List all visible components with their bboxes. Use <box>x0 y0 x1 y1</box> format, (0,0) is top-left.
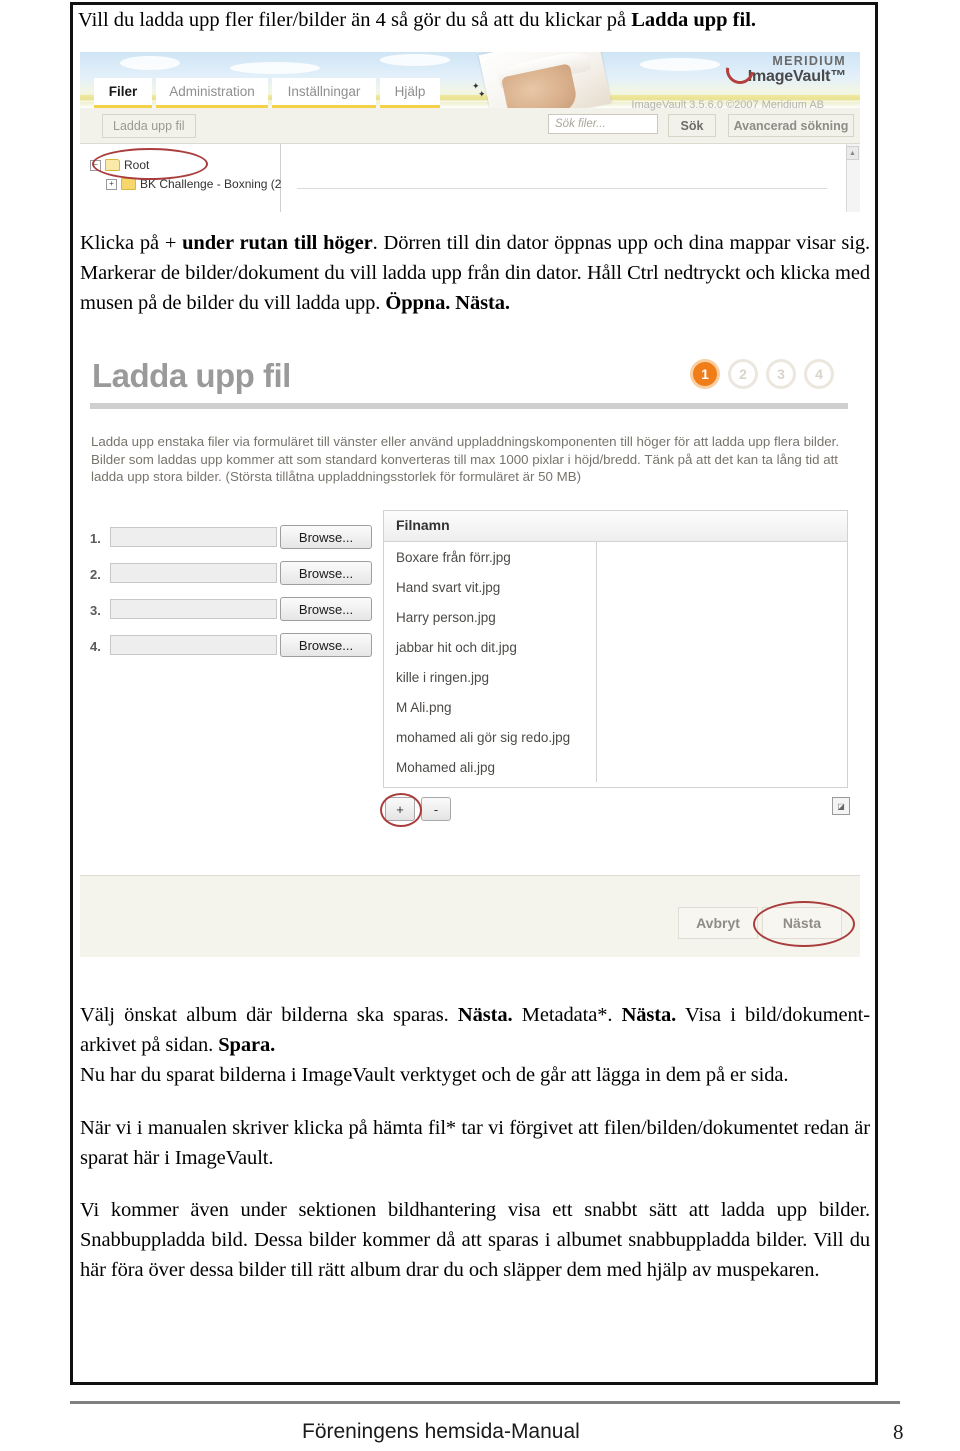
meridium-imagevault-logo: MERIDIUM ImageVault™ <box>720 52 846 90</box>
expand-icon[interactable]: + <box>106 178 117 190</box>
ladda-upp-fil-button[interactable]: Ladda upp fil <box>102 114 196 138</box>
tab-label: Hjälp <box>394 84 426 99</box>
tab-administration[interactable]: Administration <box>156 78 268 108</box>
document-page: Vill du ladda upp fler filer/bilder än 4… <box>0 0 960 1451</box>
para1-part-d: Öppna. Nästa. <box>385 292 510 314</box>
annotation-ellipse-upload <box>92 148 208 180</box>
action-toolbar: Ladda upp fil Sök filer... Sök Avancerad… <box>80 108 860 144</box>
step-number: 4 <box>815 366 823 382</box>
file-path-input-4[interactable] <box>110 635 277 655</box>
file-content-pane <box>281 144 860 212</box>
tab-hjalp[interactable]: Hjälp <box>380 78 440 108</box>
para2-part-d: Nästa. <box>621 1004 677 1026</box>
list-item[interactable]: Harry person.jpg <box>384 602 847 632</box>
folder-icon <box>121 178 136 190</box>
logo-product: ImageVault™ <box>747 68 846 85</box>
paragraph-instructions-5: Vi kommer även under sektionen bildhante… <box>80 1199 870 1281</box>
list-item[interactable]: jabbar hit och dit.jpg <box>384 632 847 662</box>
browse-button-1[interactable]: Browse... <box>280 525 372 549</box>
row-number: 3. <box>90 603 101 618</box>
step-1[interactable]: 1 <box>690 359 720 389</box>
step-number: 3 <box>777 366 785 382</box>
cloud-shape <box>120 56 180 70</box>
column-header-filnamn: Filnamn <box>396 517 450 533</box>
paragraph-instructions-3: Nu har du sparat bilderna i ImageVault v… <box>80 1064 789 1086</box>
sparkle-icon: ✦ <box>478 89 486 99</box>
row-number: 2. <box>90 567 101 582</box>
footer-title: Föreningens hemsida-Manual <box>302 1420 580 1443</box>
tab-label: Inställningar <box>287 84 361 99</box>
dialog-description: Ladda upp enstaka filer via formuläret t… <box>91 434 840 484</box>
title-divider <box>90 403 848 409</box>
list-item[interactable]: Boxare från förr.jpg <box>384 542 847 572</box>
step-2[interactable]: 2 <box>728 359 758 389</box>
file-path-input-1[interactable] <box>110 527 277 547</box>
paragraph-instructions-2: Välj önskat album där bilderna ska spara… <box>80 1000 870 1060</box>
tab-label: Filer <box>108 84 138 99</box>
para1-part-b: under rutan till höger <box>182 232 373 254</box>
cloud-shape <box>380 54 450 66</box>
file-path-input-3[interactable] <box>110 599 277 619</box>
remove-file-button[interactable]: - <box>421 797 451 821</box>
annotation-ellipse-next <box>753 901 855 947</box>
browse-button-2[interactable]: Browse... <box>280 561 372 585</box>
step-3[interactable]: 3 <box>766 359 796 389</box>
expand-dialog-icon[interactable]: ◪ <box>832 797 850 815</box>
para2-part-a: Välj önskat album där bilderna ska spara… <box>80 1004 458 1026</box>
upload-row-4: 4. Browse... <box>88 633 373 669</box>
logo-brand: MERIDIUM <box>772 54 846 68</box>
tab-installningar[interactable]: Inställningar <box>272 78 376 108</box>
para2-part-f: Spara. <box>218 1034 276 1056</box>
divider <box>297 188 827 189</box>
file-list-header: Filnamn <box>384 511 847 542</box>
page-title: Vill du ladda upp fler filer/bilder än 4… <box>78 6 874 34</box>
cancel-button[interactable]: Avbryt <box>678 907 758 939</box>
upload-row-1: 1. Browse... <box>88 525 373 561</box>
para2-part-c: Metadata*. <box>512 1004 622 1026</box>
cloud-shape <box>640 58 720 71</box>
scroll-up-arrow-icon[interactable]: ▲ <box>846 146 859 160</box>
annotation-ellipse-add <box>380 793 422 827</box>
browse-button-3[interactable]: Browse... <box>280 597 372 621</box>
cloud-shape <box>230 62 320 74</box>
imagevault-toolbar-screenshot: ✦ ✦ Filer Administration Inställningar H… <box>80 52 860 212</box>
para2-part-b: Nästa. <box>457 1004 513 1026</box>
step-number: 2 <box>739 366 747 382</box>
row-number: 1. <box>90 531 101 546</box>
advanced-search-button[interactable]: Avancerad sökning <box>728 114 854 137</box>
paragraph-instructions-4: När vi i manualen skriver klicka på hämt… <box>80 1117 870 1169</box>
footer-divider <box>70 1401 900 1404</box>
tab-label: Administration <box>169 84 255 99</box>
file-list-body: Boxare från förr.jpg Hand svart vit.jpg … <box>384 542 847 782</box>
footer-page-number: 8 <box>893 1420 904 1444</box>
row-number: 4. <box>90 639 101 654</box>
upload-form: 1. Browse... 2. Browse... 3. Browse... 4… <box>88 525 373 669</box>
list-item[interactable]: Hand svart vit.jpg <box>384 572 847 602</box>
tab-filer[interactable]: Filer <box>94 78 152 108</box>
step-number: 1 <box>701 366 709 382</box>
copyright-text: ImageVault 3.5.6.0 ©2007 Meridium AB <box>631 99 824 111</box>
file-path-input-2[interactable] <box>110 563 277 583</box>
upload-row-3: 3. Browse... <box>88 597 373 633</box>
dialog-title: Ladda upp fil <box>92 357 291 394</box>
upload-row-2: 2. Browse... <box>88 561 373 597</box>
search-input[interactable]: Sök filer... <box>548 114 658 134</box>
step-indicator: 1 2 3 4 <box>690 359 834 389</box>
list-item[interactable]: mohamed ali gör sig redo.jpg <box>384 722 847 752</box>
page-title-plain: Vill du ladda upp fler filer/bilder än 4… <box>78 9 632 31</box>
column-divider <box>596 542 597 782</box>
browse-button-4[interactable]: Browse... <box>280 633 372 657</box>
paragraph-instructions-1: Klicka på + under rutan till höger. Dörr… <box>80 228 870 318</box>
para1-part-a: Klicka på + <box>80 232 183 254</box>
file-list: Filnamn Boxare från förr.jpg Hand svart … <box>383 510 848 788</box>
list-item[interactable]: M Ali.png <box>384 692 847 722</box>
page-title-bold: Ladda upp fil. <box>631 9 757 31</box>
list-item[interactable]: Mohamed ali.jpg <box>384 752 847 782</box>
search-button[interactable]: Sök <box>668 114 716 137</box>
ladda-upp-fil-dialog-screenshot: Ladda upp fil 1 2 3 4 Ladda upp enstaka … <box>80 345 860 957</box>
step-4[interactable]: 4 <box>804 359 834 389</box>
list-item[interactable]: kille i ringen.jpg <box>384 662 847 692</box>
